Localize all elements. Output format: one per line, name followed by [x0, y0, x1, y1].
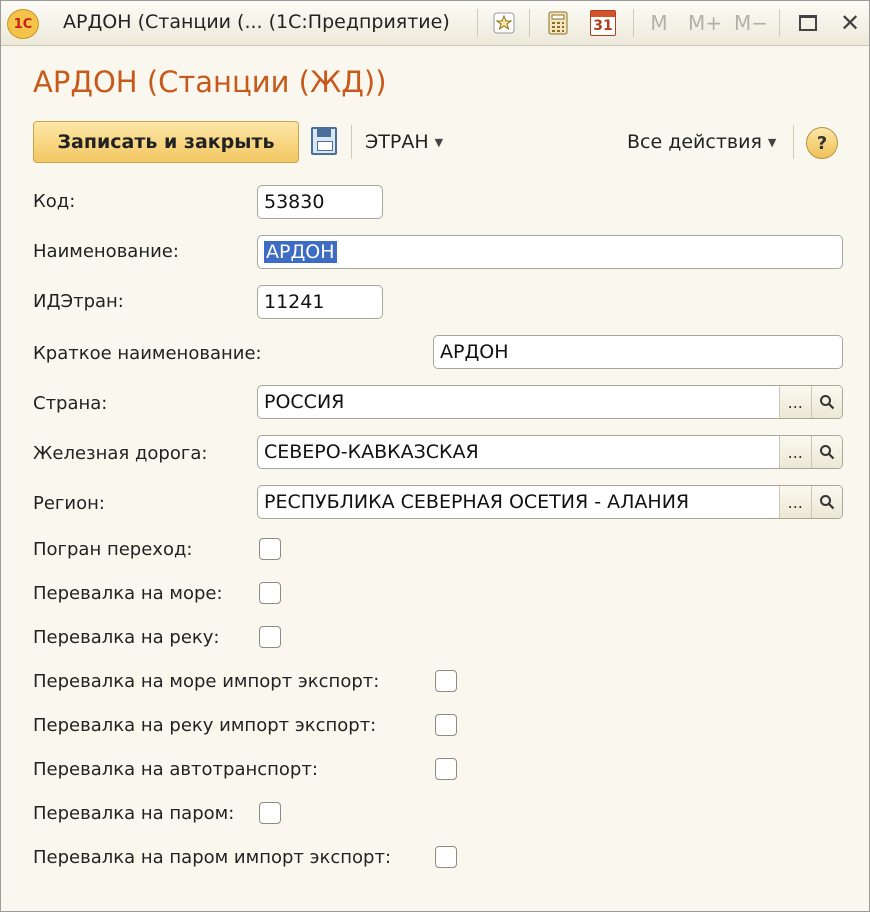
sea-transshipment-label: Перевалка на море: — [33, 583, 223, 604]
railway-field[interactable]: СЕВЕРО-КАВКАЗСКАЯ ... — [257, 435, 843, 469]
toolbar-separator — [529, 9, 530, 37]
sea-import-export-checkbox[interactable] — [435, 670, 457, 692]
sea-import-export-label: Перевалка на море импорт экспорт: — [33, 671, 380, 692]
etran-menu-label: ЭТРАН — [365, 131, 429, 153]
all-actions-label: Все действия — [627, 131, 762, 153]
help-icon[interactable]: ? — [806, 127, 838, 159]
memory-plus-button[interactable]: M+ — [687, 9, 723, 37]
chevron-down-icon: ▼ — [767, 135, 777, 149]
favorites-star-icon[interactable] — [491, 9, 517, 37]
railway-label: Железная дорога: — [33, 443, 208, 464]
calculator-icon[interactable] — [545, 9, 571, 37]
country-label: Страна: — [33, 393, 108, 414]
memory-button[interactable]: M — [647, 9, 671, 37]
short-name-field[interactable]: АРДОН — [433, 335, 843, 369]
calendar-icon[interactable]: 31 — [589, 9, 617, 37]
toolbar-separator — [793, 125, 794, 159]
select-button[interactable]: ... — [780, 486, 811, 518]
region-label: Регион: — [33, 493, 105, 514]
form-title: АРДОН (Станции (ЖД)) — [33, 65, 387, 99]
idetran-label: ИДЭтран: — [33, 291, 124, 312]
select-button[interactable]: ... — [780, 386, 811, 418]
save-disk-icon[interactable] — [311, 127, 337, 155]
auto-transshipment-label: Перевалка на автотранспорт: — [33, 759, 318, 780]
save-and-close-button[interactable]: Записать и закрыть — [33, 121, 299, 163]
border-crossing-checkbox[interactable] — [259, 538, 281, 560]
ferry-import-export-checkbox[interactable] — [435, 846, 457, 868]
maximize-icon[interactable] — [795, 9, 821, 37]
region-field[interactable]: РЕСПУБЛИКА СЕВЕРНАЯ ОСЕТИЯ - АЛАНИЯ ... — [257, 485, 843, 519]
ferry-import-export-label: Перевалка на паром импорт экспорт: — [33, 847, 392, 868]
close-icon[interactable]: ✕ — [837, 9, 863, 37]
window-title: АРДОН (Станции (... (1С:Предприятие) — [63, 11, 450, 33]
ferry-transshipment-checkbox[interactable] — [259, 802, 281, 824]
name-value: АРДОН — [264, 241, 337, 263]
railway-picker-buttons: ... — [779, 436, 842, 468]
name-label: Наименование: — [33, 241, 179, 262]
form-window: 1С АРДОН (Станции (... (1С:Предприятие) … — [0, 0, 870, 912]
1c-logo-icon[interactable]: 1С — [7, 9, 39, 39]
railway-value: СЕВЕРО-КАВКАЗСКАЯ — [264, 441, 479, 463]
border-crossing-label: Погран переход: — [33, 539, 193, 560]
region-picker-buttons: ... — [779, 486, 842, 518]
chevron-down-icon: ▼ — [434, 135, 444, 149]
toolbar-separator — [351, 125, 352, 159]
toolbar-separator — [477, 9, 478, 37]
short-name-label: Краткое наименование: — [33, 343, 262, 364]
country-field[interactable]: РОССИЯ ... — [257, 385, 843, 419]
etran-menu-button[interactable]: ЭТРАН ▼ — [365, 131, 443, 153]
river-import-export-checkbox[interactable] — [435, 714, 457, 736]
sea-transshipment-checkbox[interactable] — [259, 582, 281, 604]
idetran-field[interactable]: 11241 — [257, 285, 383, 319]
memory-minus-button[interactable]: M− — [733, 9, 769, 37]
toolbar-separator — [633, 9, 634, 37]
code-field[interactable]: 53830 — [257, 185, 383, 219]
code-label: Код: — [33, 191, 76, 212]
river-transshipment-label: Перевалка на реку: — [33, 627, 220, 648]
calendar-day: 31 — [593, 18, 613, 34]
region-value: РЕСПУБЛИКА СЕВЕРНАЯ ОСЕТИЯ - АЛАНИЯ — [264, 491, 690, 513]
name-field[interactable]: АРДОН — [257, 235, 843, 269]
ferry-transshipment-label: Перевалка на паром: — [33, 803, 235, 824]
toolbar-separator — [779, 9, 780, 37]
auto-transshipment-checkbox[interactable] — [435, 758, 457, 780]
river-import-export-label: Перевалка на реку импорт экспорт: — [33, 715, 377, 736]
search-icon[interactable] — [810, 386, 842, 418]
country-value: РОССИЯ — [264, 391, 345, 413]
select-button[interactable]: ... — [780, 436, 811, 468]
search-icon[interactable] — [810, 436, 842, 468]
river-transshipment-checkbox[interactable] — [259, 626, 281, 648]
search-icon[interactable] — [810, 486, 842, 518]
title-bar: 1С АРДОН (Станции (... (1С:Предприятие) … — [1, 1, 869, 46]
all-actions-button[interactable]: Все действия ▼ — [627, 131, 776, 153]
country-picker-buttons: ... — [779, 386, 842, 418]
